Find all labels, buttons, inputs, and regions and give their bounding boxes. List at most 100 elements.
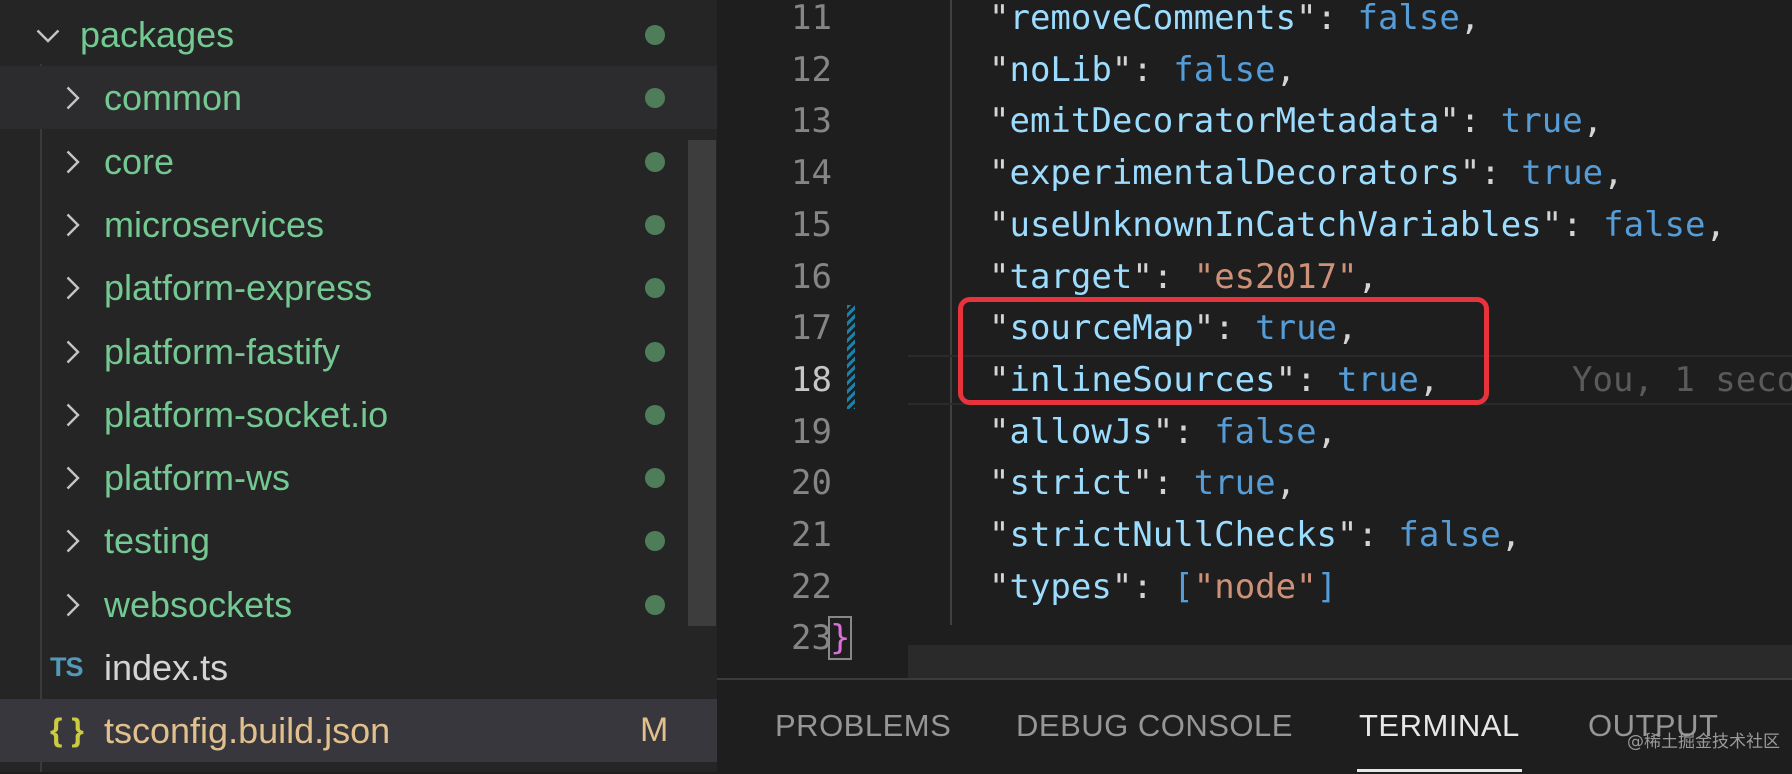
folder-item-microservices[interactable]: microservices [0,193,717,256]
quote: " [989,0,1010,38]
comma: , [1275,50,1297,90]
tree-item-label: microservices [104,203,325,245]
code-line-19[interactable]: 19 "allowJs": false, [717,406,1792,458]
json-value: false [1357,0,1460,38]
code-line-15[interactable]: 15 "useUnknownInCatchVariables": false, [717,199,1792,251]
json-key: allowJs [1009,412,1153,452]
line-number: 16 [791,257,832,297]
git-status-dot [645,88,665,108]
line-number: 15 [791,205,832,245]
json-key: strictNullChecks [1009,515,1337,555]
typescript-file-icon: TS [50,652,84,682]
comma: , [1603,153,1624,193]
chevron-right-icon[interactable] [50,519,94,563]
modified-badge: M [640,711,669,749]
quote: " [989,257,1010,297]
code-line-21[interactable]: 21 "strictNullChecks": false, [717,509,1792,561]
bracket: [ [1173,567,1194,607]
git-status-dot [645,152,665,172]
json-value: true [1193,463,1276,503]
chevron-right-icon[interactable] [50,456,94,500]
quote-colon: ": [1111,50,1174,90]
tree-item-label: tsconfig.build.json [104,709,391,751]
code-text: "strict": true, [989,457,1296,509]
code-text: "target": "es2017", [989,251,1378,303]
line-number: 20 [791,463,832,503]
closing-brace: } [827,616,853,660]
quote-colon: ": [1337,515,1399,555]
file-item-index-ts[interactable]: TS index.ts [0,636,717,699]
git-status-dot [645,278,665,298]
folder-item-testing[interactable]: testing [0,509,717,572]
tab-problems[interactable]: PROBLEMS [775,680,951,772]
tree-item-label: websockets [104,583,293,625]
quote-colon: ": [1296,0,1358,38]
folder-item-platform-fastify[interactable]: platform-fastify [0,320,717,383]
line-number: 13 [791,101,832,141]
code-text: } [827,612,853,664]
comma: , [1459,0,1481,38]
code-line-23[interactable]: 23} [717,612,1792,664]
tree-item-label: testing [104,519,211,561]
line-number: 22 [791,567,832,607]
code-line-22[interactable]: 22 "types": ["node"] [717,561,1792,613]
sidebar-scrollbar[interactable] [688,140,716,626]
code-line-11[interactable]: 11 "removeComments": false, [717,0,1792,44]
folder-item-platform-ws[interactable]: platform-ws [0,446,717,509]
json-value: false [1214,412,1317,452]
chevron-down-icon[interactable] [26,13,70,57]
comma: , [1316,412,1338,452]
chevron-right-icon[interactable] [50,266,94,310]
chevron-right-icon[interactable] [50,76,94,120]
json-key: useUnknownInCatchVariables [1009,205,1542,245]
watermark: @稀土掘金技术社区 [1627,732,1780,752]
tab-debug-console[interactable]: DEBUG CONSOLE [1016,680,1293,772]
tree-item-label: platform-express [104,266,373,308]
tree-item-label: platform-socket.io [104,393,389,435]
folder-item-core[interactable]: core [0,130,717,193]
folder-item-platform-socket-io[interactable]: platform-socket.io [0,383,717,446]
code-text: "emitDecoratorMetadata": true, [989,95,1603,147]
json-value: true [1500,101,1583,141]
json-key: noLib [1009,50,1112,90]
chevron-right-icon[interactable] [50,203,94,247]
chevron-right-icon[interactable] [50,393,94,437]
tab-terminal[interactable]: TERMINAL [1357,680,1522,772]
quote-colon: ": [1111,567,1174,607]
line-number: 19 [791,412,832,452]
quote-colon: ": [1132,257,1194,297]
folder-item-websockets[interactable]: websockets [0,573,717,636]
explorer-sidebar: packages common core microservices platform-… [0,0,717,772]
json-value: false [1173,50,1276,90]
code-text: "experimentalDecorators": true, [989,147,1624,199]
code-line-12[interactable]: 12 "noLib": false, [717,44,1792,96]
chevron-right-icon[interactable] [50,330,94,374]
git-status-dot [645,595,665,615]
line-number: 12 [791,50,832,90]
tab-output[interactable]: OUTPUT [1588,680,1718,772]
tree-item-label: core [104,140,175,182]
folder-item-packages[interactable]: packages [0,3,717,66]
file-item-tsconfig-build-json[interactable]: { } tsconfig.build.json M [0,699,717,762]
json-value: false [1603,205,1706,245]
code-line-20[interactable]: 20 "strict": true, [717,457,1792,509]
code-line-13[interactable]: 13 "emitDecoratorMetadata": true, [717,95,1792,147]
line-number: 23 [791,618,832,658]
folder-item-platform-express[interactable]: platform-express [0,256,717,319]
line-number: 17 [791,308,832,348]
chevron-right-icon[interactable] [50,140,94,184]
chevron-right-icon[interactable] [50,583,94,627]
code-text: "allowJs": false, [989,406,1337,458]
json-value: "es2017" [1193,257,1358,297]
quote-colon: ": [1439,101,1501,141]
code-editor[interactable]: 11 "removeComments": false, 12 "noLib": fal… [717,0,1792,678]
code-line-14[interactable]: 14 "experimentalDecorators": true, [717,147,1792,199]
code-text: "useUnknownInCatchVariables": false, [989,199,1726,251]
quote-colon: ": [1132,463,1194,503]
folder-item-common[interactable]: common [0,66,717,129]
code-line-16[interactable]: 16 "target": "es2017", [717,251,1792,303]
code-text: "strictNullChecks": false, [989,509,1521,561]
json-value: true [1521,153,1604,193]
array-string: "node" [1193,567,1317,607]
quote: " [989,463,1010,503]
